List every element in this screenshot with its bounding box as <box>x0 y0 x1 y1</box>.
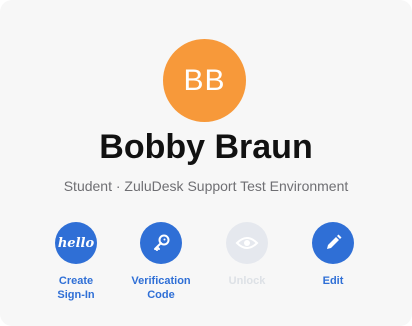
eye-icon <box>226 222 268 264</box>
action-bar: hello Create Sign-In Verification Code U… <box>0 222 412 312</box>
user-name: Bobby Braun <box>99 128 313 166</box>
user-subtitle: Student · ZuluDesk Support Test Environm… <box>63 178 349 194</box>
create-sign-in-button[interactable]: hello Create Sign-In <box>33 222 119 302</box>
verification-code-label: Verification Code <box>131 275 191 301</box>
create-sign-in-label: Create Sign-In <box>57 275 95 301</box>
pencil-icon <box>312 222 354 264</box>
edit-button[interactable]: Edit <box>290 222 376 288</box>
edit-label: Edit <box>322 275 344 287</box>
key-icon <box>140 222 182 264</box>
unlock-label: Unlock <box>228 275 266 287</box>
avatar: BB <box>163 39 246 122</box>
profile-card: BB Bobby Braun Student · ZuluDesk Suppor… <box>0 0 412 326</box>
verification-code-button[interactable]: Verification Code <box>118 222 204 302</box>
unlock-button[interactable]: Unlock <box>204 222 290 288</box>
hello-icon: hello <box>55 222 97 264</box>
